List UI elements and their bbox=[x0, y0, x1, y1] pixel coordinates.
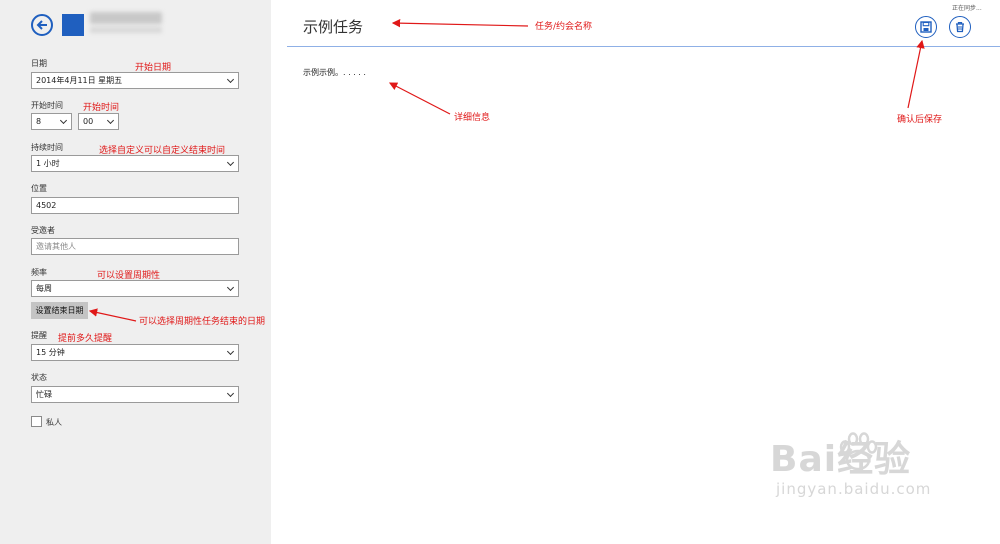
annotation-remind: 提前多久提醒 bbox=[58, 334, 113, 344]
annotation-custom-duration: 选择自定义可以自定义结束时间 bbox=[99, 146, 226, 156]
arrow-details bbox=[388, 82, 451, 115]
annotation-start-time: 开始时间 bbox=[83, 103, 120, 113]
annotation-periodic: 可以设置周期性 bbox=[97, 271, 161, 281]
arrow-end-date bbox=[88, 308, 137, 322]
arrow-save bbox=[907, 39, 925, 109]
annotation-end-date: 可以选择周期性任务结束的日期 bbox=[139, 317, 266, 327]
annotation-task-name: 任务/约会名称 bbox=[535, 22, 593, 32]
annotation-start-date: 开始日期 bbox=[135, 63, 172, 73]
paw-icon bbox=[839, 432, 878, 471]
arrow-task-name bbox=[391, 18, 529, 28]
baidu-watermark: Bai经验 jingyan.baidu.com bbox=[770, 432, 932, 498]
watermark-url: jingyan.baidu.com bbox=[776, 480, 932, 498]
annotation-details: 详细信息 bbox=[454, 113, 491, 123]
annotation-save: 确认后保存 bbox=[897, 115, 943, 125]
